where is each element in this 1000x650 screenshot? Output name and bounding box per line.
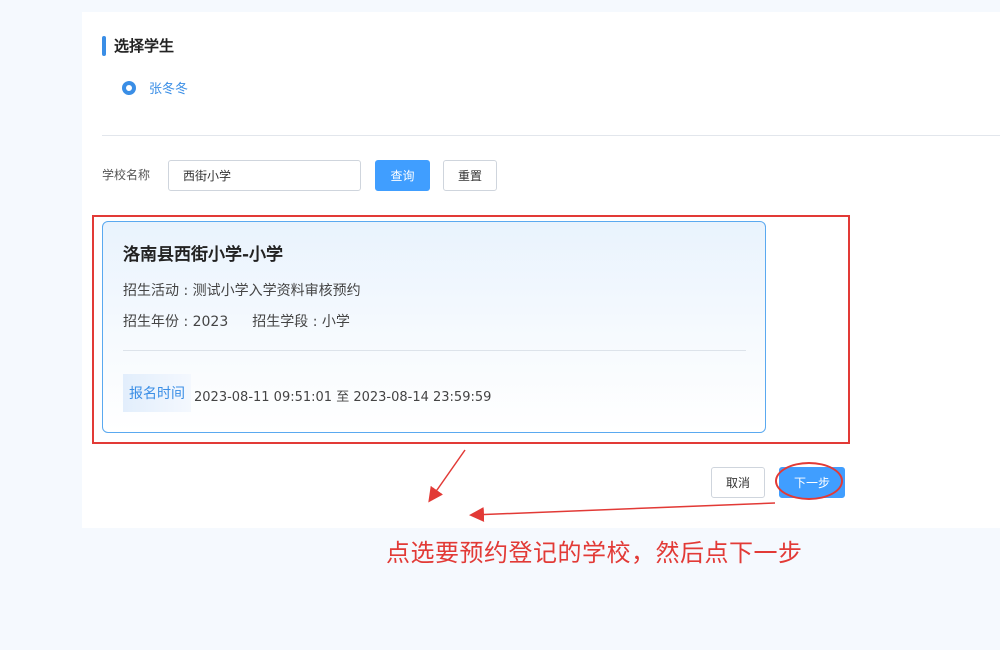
card-divider — [123, 350, 746, 351]
next-step-button[interactable]: 下一步 — [779, 467, 845, 498]
section-title: 选择学生 — [114, 37, 175, 55]
registration-time-range: 2023-08-11 09:51:01 至 2023-08-14 23:59:5… — [194, 390, 492, 405]
student-radio-option[interactable]: 张冬冬 — [122, 78, 188, 97]
enrollment-stage: 招生学段 : 小学 — [252, 314, 350, 330]
student-name-label: 张冬冬 — [149, 82, 189, 97]
section-divider — [102, 135, 1000, 136]
enrollment-year: 招生年份 : 2023 — [123, 314, 229, 330]
school-name: 洛南县西街小学-小学 — [123, 245, 284, 265]
section-accent-bar — [102, 36, 106, 56]
annotation-instruction-text: 点选要预约登记的学校，然后点下一步 — [386, 539, 803, 567]
school-name-label: 学校名称 — [102, 168, 151, 182]
school-card[interactable]: 洛南县西街小学-小学 招生活动 : 测试小学入学资料审核预约 招生年份 : 20… — [102, 221, 766, 433]
reset-button[interactable]: 重置 — [443, 160, 497, 191]
query-button[interactable]: 查询 — [375, 160, 430, 191]
enrollment-activity: 招生活动 : 测试小学入学资料审核预约 — [123, 283, 361, 299]
school-name-input[interactable] — [168, 160, 361, 191]
registration-time-tag: 报名时间 — [123, 374, 191, 412]
radio-checked-icon[interactable] — [122, 80, 136, 95]
enrollment-year-stage: 招生年份 : 2023 招生学段 : 小学 — [123, 311, 350, 331]
cancel-button[interactable]: 取消 — [711, 467, 765, 498]
